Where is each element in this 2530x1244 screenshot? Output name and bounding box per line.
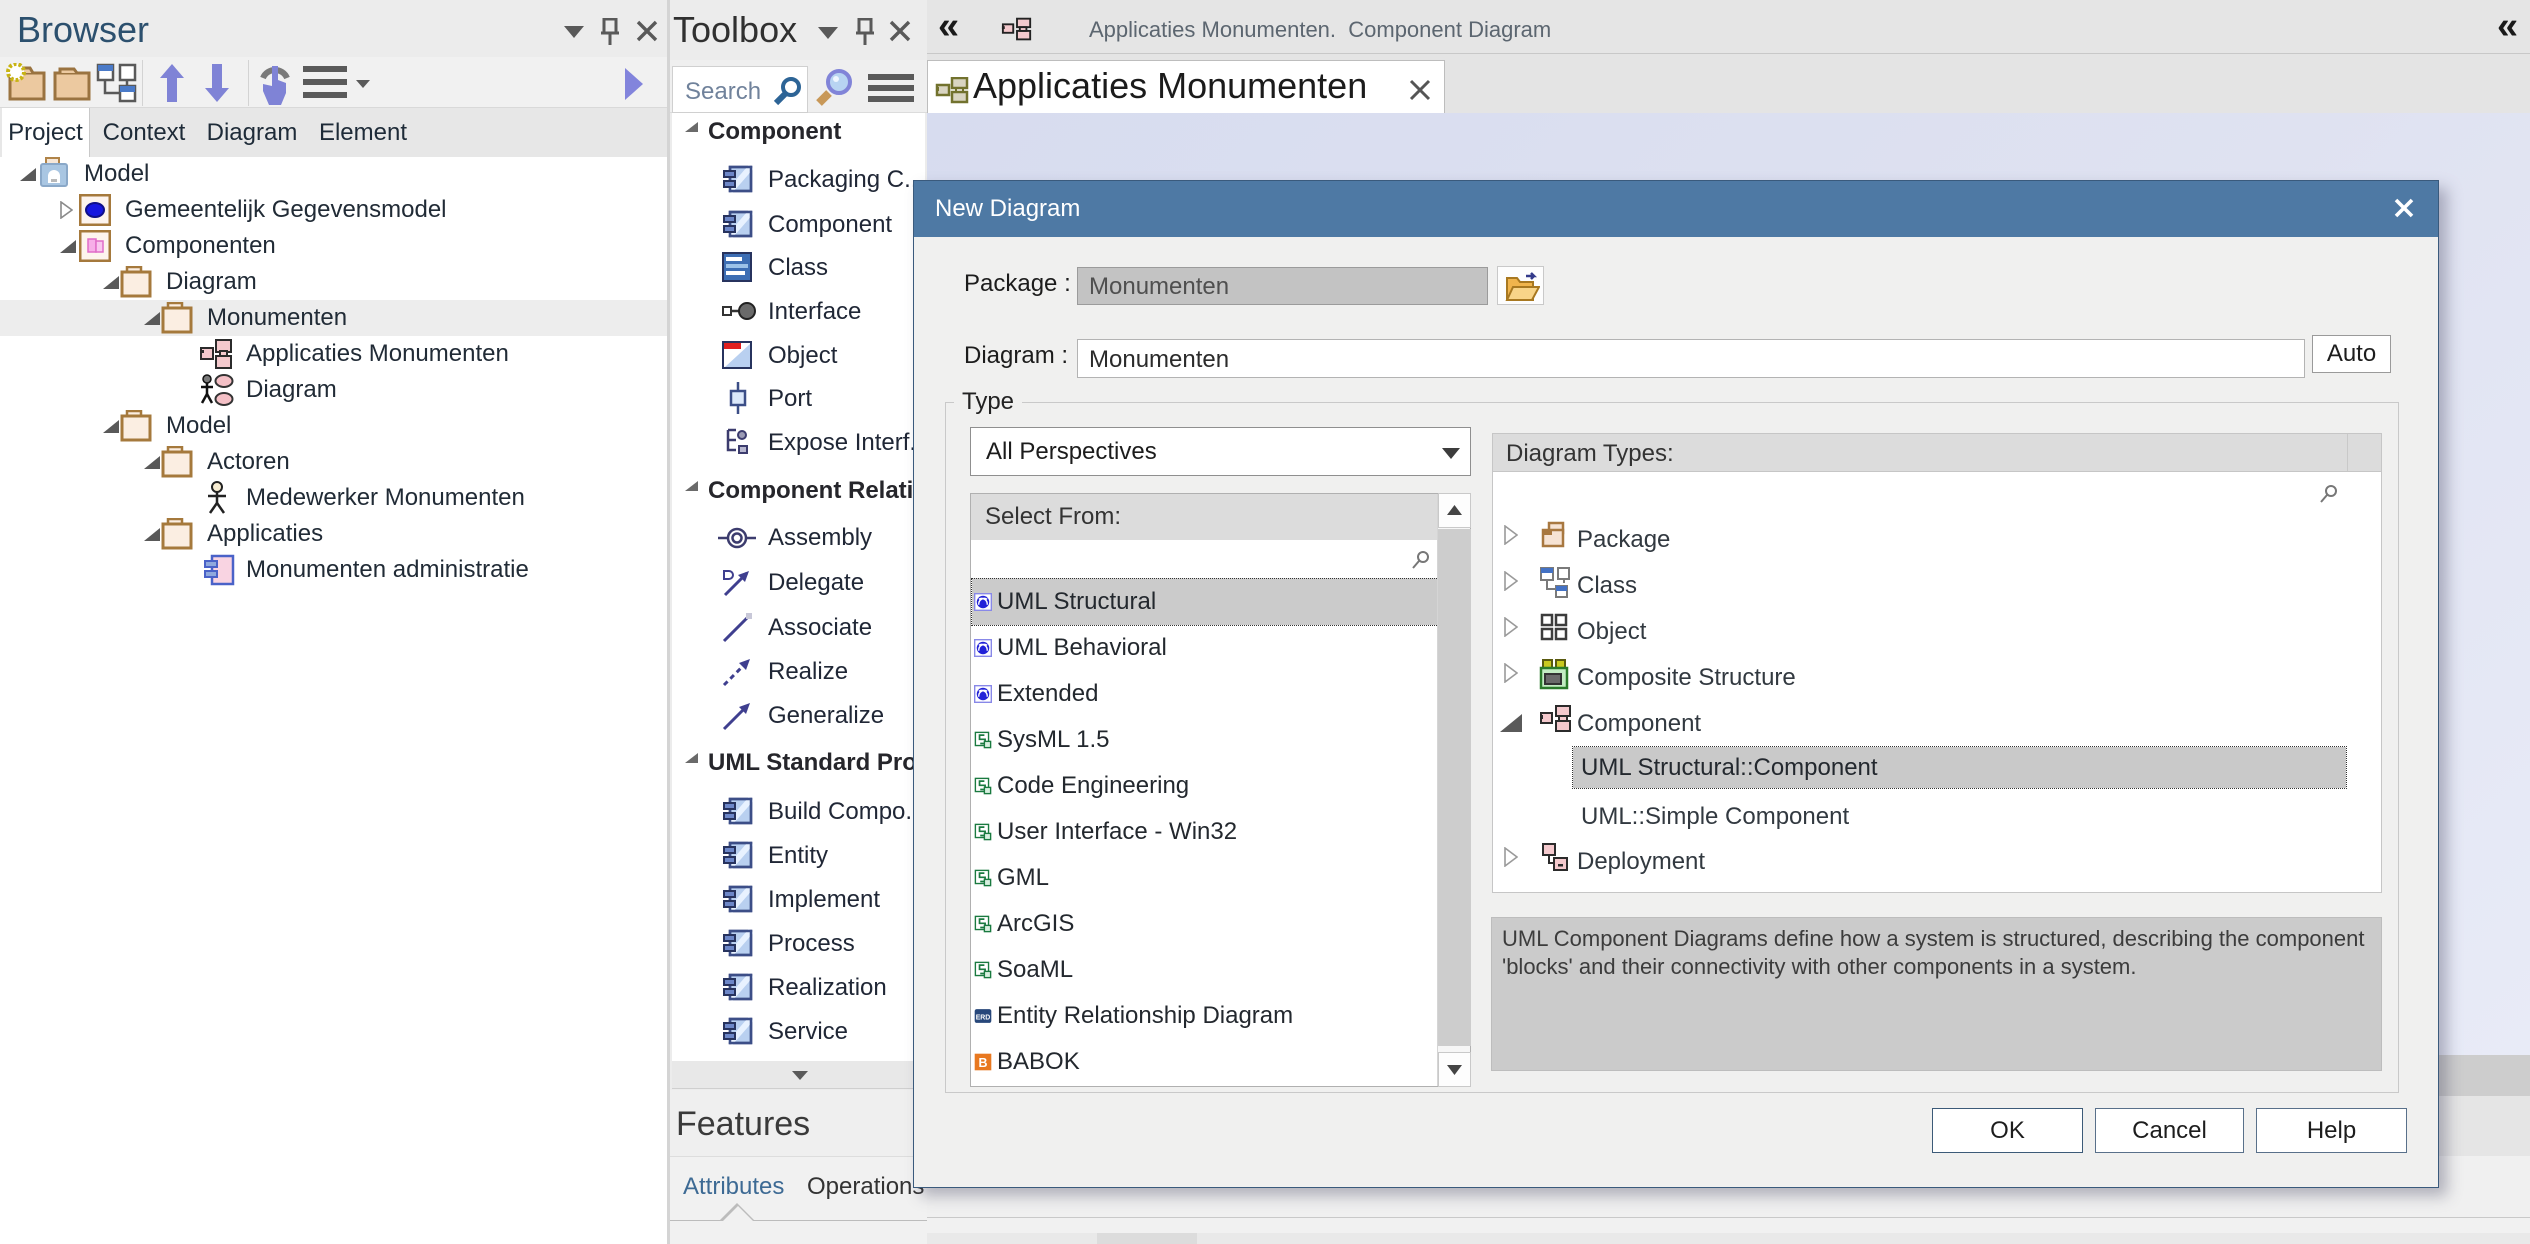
svg-text:ERD: ERD <box>976 1014 991 1021</box>
svg-text:B: B <box>979 1056 988 1070</box>
